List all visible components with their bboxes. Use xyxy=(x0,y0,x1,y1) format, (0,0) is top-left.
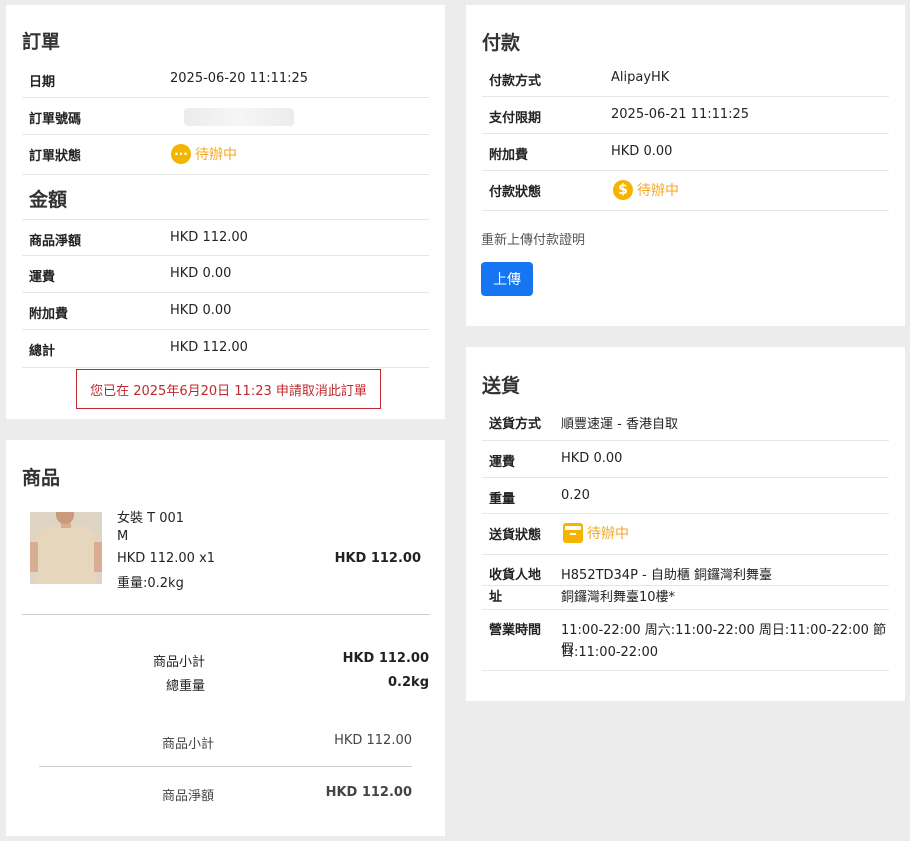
totals-net-label: 商品淨額 xyxy=(161,789,214,804)
reupload-proof-label: 重新上傳付款證明 xyxy=(481,233,586,248)
product-variant: M xyxy=(117,529,129,544)
order-status-text: 待辦中 xyxy=(195,147,237,163)
summary-weight-label: 總重量 xyxy=(165,679,205,694)
order-status-badge: ··· 待辦中 xyxy=(171,144,237,164)
payment-card: 付款 付款方式 AlipayHK 支付限期 2025-06-21 11:11:2… xyxy=(466,5,905,326)
totals-divider xyxy=(39,766,412,767)
dollar-icon: $ xyxy=(613,180,633,200)
delivery-method-row: 送貨方式 順豐速運 - 香港自取 xyxy=(482,403,889,441)
products-divider xyxy=(22,614,430,615)
delivery-address-label-line2: 址 xyxy=(489,590,503,605)
delivery-fee-row: 運費 HKD 0.00 xyxy=(482,441,889,478)
order-card: 訂單 日期 2025-06-20 11:11:25 訂單號碼 訂單狀態 ··· … xyxy=(6,5,445,419)
delivery-weight-row: 重量 0.20 xyxy=(482,478,889,514)
product-price-qty: HKD 112.00 x1 xyxy=(117,551,216,566)
amount-title: 金額 xyxy=(29,189,68,211)
delivery-address-row: 收貨人地 址 H852TD34P - 自助櫃 銅鑼灣利舞臺 銅鑼灣利舞臺10樓* xyxy=(482,555,889,605)
delivery-weight-value: 0.20 xyxy=(561,488,590,503)
archive-box-icon xyxy=(563,523,583,543)
product-line-total: HKD 112.00 xyxy=(334,551,421,566)
delivery-address-line2: 銅鑼灣利舞臺10樓* xyxy=(561,590,676,605)
amount-total-value: HKD 112.00 xyxy=(170,340,248,355)
payment-status-text: 待辦中 xyxy=(637,183,679,199)
delivery-hours-row: 營業時間 11:00-22:00 周六:11:00-22:00 周日:11:00… xyxy=(482,609,889,671)
payment-surcharge-value: HKD 0.00 xyxy=(611,144,673,159)
delivery-weight-label: 重量 xyxy=(489,492,516,507)
delivery-status-row: 送貨狀態 待辦中 xyxy=(482,514,889,555)
amount-shipping-row: 運費 HKD 0.00 xyxy=(22,256,429,293)
amount-total-label: 總計 xyxy=(29,344,56,359)
payment-deadline-value: 2025-06-21 11:11:25 xyxy=(611,107,750,122)
upload-button[interactable]: 上傳 xyxy=(481,262,533,296)
delivery-address-label-line1: 收貨人地 xyxy=(489,568,542,583)
order-status-label: 訂單狀態 xyxy=(29,149,82,164)
delivery-status-text: 待辦中 xyxy=(587,526,629,542)
delivery-status-label: 送貨狀態 xyxy=(489,528,542,543)
payment-status-label: 付款狀態 xyxy=(489,185,542,200)
delivery-address-line1: H852TD34P - 自助櫃 銅鑼灣利舞臺 xyxy=(561,568,773,583)
totals-net-value: HKD 112.00 xyxy=(325,785,412,800)
amount-net-value: HKD 112.00 xyxy=(170,230,248,245)
delivery-method-value: 順豐速運 - 香港自取 xyxy=(561,417,678,432)
payment-title: 付款 xyxy=(482,32,521,54)
totals-subtotal-value: HKD 112.00 xyxy=(334,733,412,748)
products-card: 商品 女裝 T 001 M HKD 112.00 x1 重量:0.2kg HKD… xyxy=(6,440,445,836)
delivery-card: 送貨 送貨方式 順豐速運 - 香港自取 運費 HKD 0.00 重量 0.20 … xyxy=(466,347,905,701)
amount-shipping-label: 運費 xyxy=(29,270,56,285)
delivery-method-label: 送貨方式 xyxy=(489,417,542,432)
amount-surcharge-row: 附加費 HKD 0.00 xyxy=(22,293,429,330)
cancel-request-notice: 您已在 2025年6月20日 11:23 申請取消此訂單 xyxy=(76,369,381,409)
delivery-title: 送貨 xyxy=(482,375,521,397)
order-status-row: 訂單狀態 ··· 待辦中 xyxy=(22,135,429,175)
products-title: 商品 xyxy=(22,467,61,489)
delivery-fee-value: HKD 0.00 xyxy=(561,451,623,466)
delivery-fee-label: 運費 xyxy=(489,455,516,470)
payment-surcharge-label: 附加費 xyxy=(489,148,529,163)
payment-method-row: 付款方式 AlipayHK xyxy=(482,60,889,97)
amount-surcharge-label: 附加費 xyxy=(29,307,69,322)
payment-surcharge-row: 附加費 HKD 0.00 xyxy=(482,134,889,171)
payment-deadline-label: 支付限期 xyxy=(489,111,542,126)
delivery-hours-line2: 日:11:00-22:00 xyxy=(561,645,658,660)
order-title: 訂單 xyxy=(22,31,61,53)
amount-shipping-value: HKD 0.00 xyxy=(170,266,232,281)
amount-net-row: 商品淨額 HKD 112.00 xyxy=(22,219,429,256)
payment-deadline-row: 支付限期 2025-06-21 11:11:25 xyxy=(482,97,889,134)
product-name[interactable]: 女裝 T 001 xyxy=(117,507,184,526)
order-number-label: 訂單號碼 xyxy=(29,112,82,127)
summary-subtotal-value: HKD 112.00 xyxy=(342,651,429,666)
totals-subtotal-label: 商品小計 xyxy=(161,737,214,752)
order-number-redacted xyxy=(184,108,294,126)
delivery-hours-label: 營業時間 xyxy=(489,623,542,638)
delivery-status-badge: 待辦中 xyxy=(563,523,629,543)
payment-status-badge: $ 待辦中 xyxy=(613,180,679,200)
amount-total-row: 總計 HKD 112.00 xyxy=(22,330,429,368)
product-weight: 重量:0.2kg xyxy=(117,576,184,591)
amount-surcharge-value: HKD 0.00 xyxy=(170,303,232,318)
order-number-row: 訂單號碼 xyxy=(22,98,429,135)
summary-weight-value: 0.2kg xyxy=(388,675,429,690)
payment-status-row: 付款狀態 $ 待辦中 xyxy=(482,171,889,211)
order-date-row: 日期 2025-06-20 11:11:25 xyxy=(22,61,429,98)
payment-method-value: AlipayHK xyxy=(611,70,670,85)
summary-subtotal-label: 商品小計 xyxy=(152,655,205,670)
more-horizontal-icon: ··· xyxy=(171,144,191,164)
payment-method-label: 付款方式 xyxy=(489,74,542,89)
order-date-label: 日期 xyxy=(29,75,56,90)
product-image[interactable] xyxy=(30,512,102,584)
order-date-value: 2025-06-20 11:11:25 xyxy=(170,71,309,86)
amount-net-label: 商品淨額 xyxy=(29,234,82,249)
